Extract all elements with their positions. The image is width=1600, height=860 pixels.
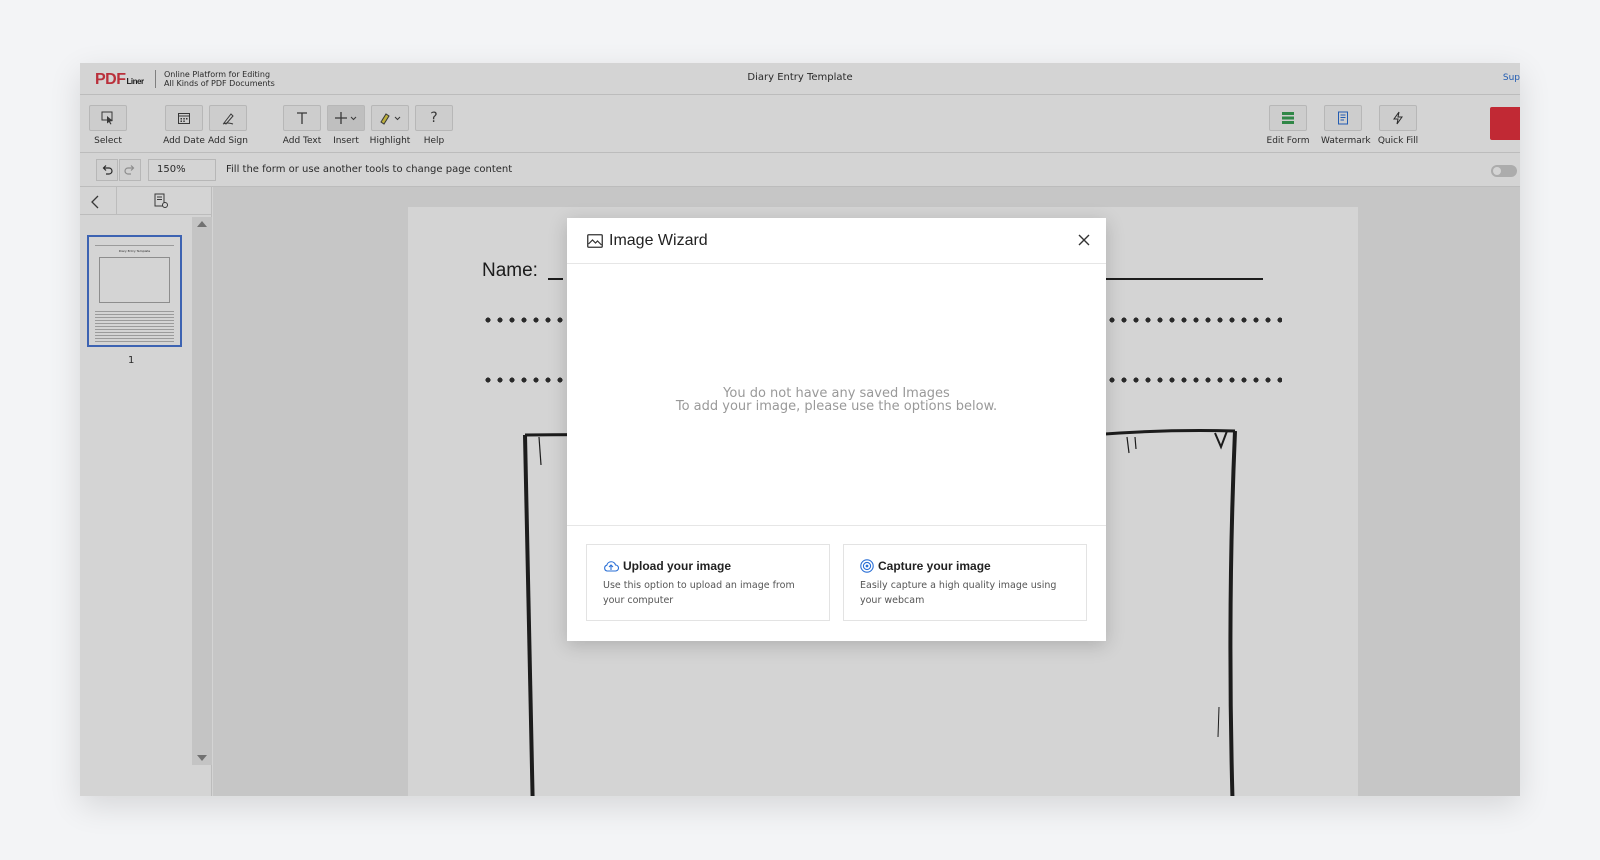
dialog-header: Image Wizard: [567, 218, 1106, 264]
capture-option-label: Capture your image: [878, 559, 991, 573]
capture-option-title: Capture your image: [860, 559, 1070, 573]
capture-option-description: Easily capture a high quality image usin…: [860, 580, 1057, 606]
cloud-upload-icon: [604, 561, 619, 572]
upload-option-label: Upload your image: [623, 559, 732, 573]
close-icon: [1078, 234, 1090, 246]
webcam-icon: [860, 559, 874, 573]
upload-image-option[interactable]: Upload your image Use this option to upl…: [586, 544, 830, 621]
empty-state-line2: To add your image, please use the option…: [675, 399, 998, 414]
close-button[interactable]: [1078, 230, 1090, 251]
image-wizard-dialog: Image Wizard You do not have any saved I…: [567, 218, 1106, 641]
image-icon: [587, 234, 603, 248]
upload-option-title: Upload your image: [603, 559, 813, 573]
capture-image-option[interactable]: Capture your image Easily capture a high…: [843, 544, 1087, 621]
dialog-body: You do not have any saved Images To add …: [567, 264, 1106, 526]
upload-option-description: Use this option to upload an image from …: [603, 580, 795, 606]
dialog-title: Image Wizard: [609, 232, 708, 249]
